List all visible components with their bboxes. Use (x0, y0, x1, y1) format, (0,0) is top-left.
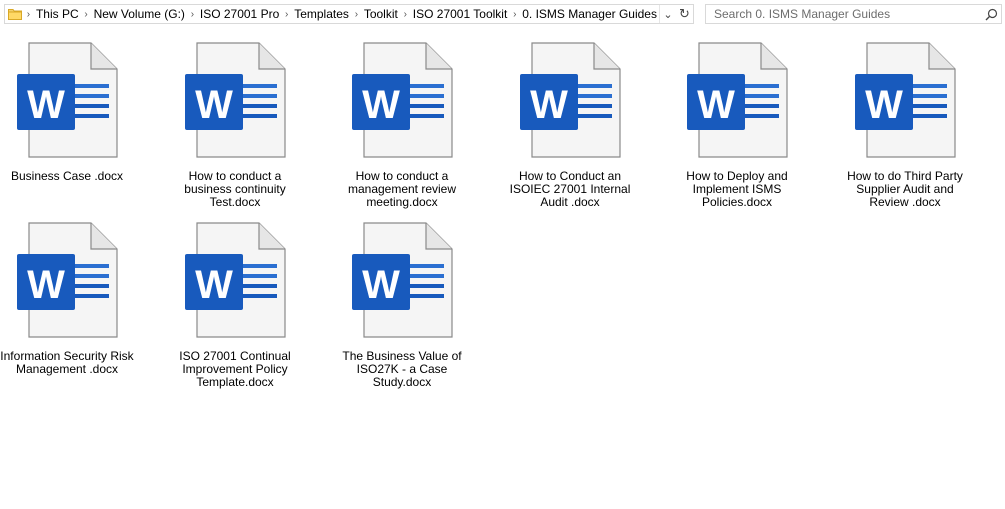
file-name: How to conduct a management review meeti… (347, 169, 457, 209)
file-item[interactable]: W The Business Value of ISO27K - a Case … (335, 220, 469, 389)
explorer-toolbar: › This PC › New Volume (G:) › ISO 27001 Pro › T… (0, 0, 1005, 28)
file-name: Business Case .docx (10, 169, 124, 183)
chevron-right-icon[interactable]: › (23, 9, 34, 20)
file-item[interactable]: W How to do Third Party Supplier Audit a… (838, 40, 972, 209)
word-document-icon: W (15, 40, 119, 160)
file-item[interactable]: W How to conduct a management review mee… (335, 40, 469, 209)
word-document-icon: W (183, 40, 287, 160)
word-document-icon: W (685, 40, 789, 160)
word-document-icon: W (350, 40, 454, 160)
chevron-down-icon[interactable]: ⌄ (659, 5, 676, 23)
file-name: How to conduct a business continuity Tes… (184, 169, 286, 209)
breadcrumb-item[interactable]: 0. ISMS Manager Guides (520, 5, 659, 23)
file-item[interactable]: W How to Deploy and Implement ISMS Polic… (670, 40, 804, 209)
search-icon[interactable] (981, 5, 1001, 23)
file-name: How to Conduct an ISOIEC 27001 Internal … (509, 169, 631, 209)
breadcrumb: › This PC › New Volume (G:) › ISO 27001 Pro › T… (23, 5, 659, 23)
chevron-right-icon[interactable]: › (81, 9, 92, 20)
file-item[interactable]: W How to conduct a business continuity T… (168, 40, 302, 209)
file-name: Information Security Risk Management .do… (0, 349, 134, 376)
word-document-icon: W (183, 220, 287, 340)
folder-icon (7, 4, 23, 24)
chevron-right-icon[interactable]: › (281, 9, 292, 20)
address-bar[interactable]: › This PC › New Volume (G:) › ISO 27001 Pro › T… (4, 4, 694, 24)
chevron-right-icon[interactable]: › (351, 9, 362, 20)
breadcrumb-item[interactable]: New Volume (G:) (92, 5, 187, 23)
breadcrumb-item[interactable]: ISO 27001 Toolkit (411, 5, 510, 23)
svg-text:W: W (697, 83, 735, 127)
file-name: How to do Third Party Supplier Audit and… (847, 169, 963, 209)
breadcrumb-item[interactable]: ISO 27001 Pro (198, 5, 281, 23)
breadcrumb-item[interactable]: Toolkit (362, 5, 400, 23)
word-document-icon: W (350, 220, 454, 340)
search-input[interactable] (712, 6, 966, 22)
file-item[interactable]: W ISO 27001 Continual Improvement Policy… (168, 220, 302, 389)
svg-text:W: W (27, 83, 65, 127)
search-box[interactable] (705, 4, 1002, 24)
word-document-icon: W (853, 40, 957, 160)
svg-text:W: W (362, 263, 400, 307)
word-document-icon: W (518, 40, 622, 160)
chevron-right-icon[interactable]: › (400, 9, 411, 20)
chevron-right-icon[interactable]: › (509, 9, 520, 20)
svg-text:W: W (195, 83, 233, 127)
svg-text:W: W (530, 83, 568, 127)
word-document-icon: W (15, 220, 119, 340)
refresh-icon[interactable]: ↻ (676, 5, 693, 23)
svg-text:W: W (865, 83, 903, 127)
svg-text:W: W (27, 263, 65, 307)
chevron-right-icon[interactable]: › (187, 9, 198, 20)
svg-text:W: W (195, 263, 233, 307)
breadcrumb-item[interactable]: Templates (292, 5, 351, 23)
file-item[interactable]: W Information Security Risk Management .… (0, 220, 134, 376)
file-item[interactable]: W Business Case .docx (0, 40, 134, 183)
breadcrumb-item[interactable]: This PC (34, 5, 81, 23)
file-name: How to Deploy and Implement ISMS Policie… (686, 169, 788, 209)
svg-text:W: W (362, 83, 400, 127)
file-name: ISO 27001 Continual Improvement Policy T… (179, 349, 291, 389)
file-name: The Business Value of ISO27K - a Case St… (342, 349, 462, 389)
file-item[interactable]: W How to Conduct an ISOIEC 27001 Interna… (503, 40, 637, 209)
